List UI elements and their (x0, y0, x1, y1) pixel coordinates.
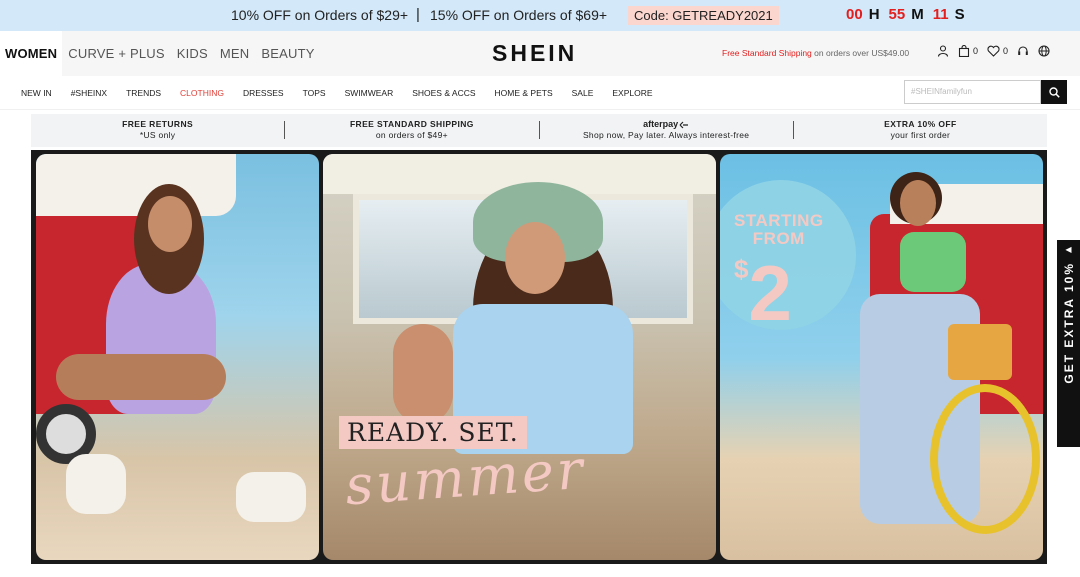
benefit-free-shipping[interactable]: FREE STANDARD SHIPPING on orders of $49+ (285, 114, 538, 147)
afterpay-label: afterpay (643, 119, 679, 129)
nav-tops[interactable]: TOPS (303, 76, 326, 110)
shipping-notice[interactable]: Free Standard Shipping on orders over US… (722, 48, 909, 58)
shipping-highlight: Free Standard Shipping (722, 48, 812, 58)
afterpay-logo: afterpay (540, 119, 793, 130)
benefit-desc: *US only (139, 130, 176, 140)
countdown-minutes: 55 (888, 6, 906, 23)
starting-text: STARTING (734, 211, 824, 230)
search-button[interactable] (1041, 80, 1067, 104)
tab-beauty[interactable]: BEAUTY (255, 31, 320, 76)
benefit-desc: on orders of $49+ (375, 130, 448, 140)
nav-home-pets[interactable]: HOME & PETS (495, 76, 553, 110)
countdown-hours-unit: H (868, 6, 880, 23)
bag-icon (958, 45, 970, 57)
promo-offer-1[interactable]: 10% OFF on Orders of $29+ (231, 7, 408, 23)
tab-kids[interactable]: KIDS (171, 31, 214, 76)
banner-panel-center[interactable]: READY. SET. summer (323, 154, 716, 560)
category-tabs: WOMEN CURVE + PLUS KIDS MEN BEAUTY (0, 31, 321, 76)
model-sneakers-2 (236, 472, 306, 522)
site-logo[interactable]: SHEIN (492, 40, 577, 67)
model-face (148, 196, 192, 252)
nav-trends[interactable]: TRENDS (126, 76, 161, 110)
price-currency: $ (734, 254, 749, 284)
promo-separator: | (416, 6, 420, 23)
get-extra-sidetab[interactable]: ◀ GET EXTRA 10% (1057, 240, 1080, 447)
search-input[interactable]: #SHEINfamilyfun (904, 80, 1041, 104)
nav-swimwear[interactable]: SWIMWEAR (345, 76, 394, 110)
summer-script: summer (343, 437, 588, 518)
benefit-afterpay[interactable]: afterpay Shop now, Pay later. Always int… (540, 114, 793, 147)
benefit-desc: your first order (890, 130, 951, 140)
nav-clothing[interactable]: CLOTHING (180, 76, 224, 110)
bag-button[interactable]: 0 (958, 45, 978, 57)
header-icons: 0 0 (937, 45, 1059, 57)
price-value: 2 (748, 249, 792, 337)
nav-explore[interactable]: EXPLORE (612, 76, 652, 110)
shipping-rest: on orders over US$49.00 (814, 48, 910, 58)
countdown-hours: 00 (846, 6, 863, 23)
model-top (900, 232, 966, 292)
search-icon (1048, 86, 1060, 98)
benefit-free-returns[interactable]: FREE RETURNS *US only (31, 114, 284, 147)
banner-panel-right[interactable]: STARTING FROM $2 (720, 154, 1043, 560)
model-legs (56, 354, 226, 400)
countdown-seconds-unit: S (954, 6, 965, 23)
wishlist-button[interactable]: 0 (987, 45, 1008, 57)
afterpay-icon (679, 121, 689, 129)
nav-shoes-accs[interactable]: SHOES & ACCS (412, 76, 475, 110)
nav-dresses[interactable]: DRESSES (243, 76, 284, 110)
promo-offer-2[interactable]: 15% OFF on Orders of $69+ (430, 7, 607, 23)
van-roof (36, 154, 236, 216)
heart-icon (987, 45, 1000, 57)
bike-basket (948, 324, 1012, 380)
benefit-extra-off[interactable]: EXTRA 10% OFF your first order (794, 114, 1047, 147)
wishlist-count: 0 (1003, 46, 1009, 56)
benefits-strip: FREE RETURNS *US only FREE STANDARD SHIP… (31, 114, 1047, 147)
model-face (900, 180, 936, 226)
benefit-desc: Shop now, Pay later. Always interest-fre… (582, 130, 750, 140)
from-text: FROM (752, 229, 805, 248)
nav-sheinx[interactable]: #SHEINX (71, 76, 107, 110)
site-header: WOMEN CURVE + PLUS KIDS MEN BEAUTY SHEIN… (0, 31, 1080, 76)
bag-count: 0 (973, 46, 979, 56)
benefit-title: FREE RETURNS (122, 119, 194, 129)
chevron-left-icon: ◀ (1065, 245, 1072, 254)
benefit-title: FREE STANDARD SHIPPING (349, 119, 474, 129)
countdown-minutes-unit: M (911, 6, 924, 23)
globe-icon[interactable] (1038, 45, 1050, 57)
model-arm (393, 324, 453, 424)
promo-bar: 10% OFF on Orders of $29+ | 15% OFF on O… (0, 0, 1080, 31)
countdown-timer: 00 H 55 M 11 S (846, 6, 974, 23)
tab-men[interactable]: MEN (214, 31, 256, 76)
user-icon[interactable] (937, 45, 949, 57)
model-sneakers (66, 454, 126, 514)
bicycle (930, 384, 1040, 534)
nav-sale[interactable]: SALE (572, 76, 594, 110)
banner-panel-left[interactable] (36, 154, 319, 560)
tab-curve-plus[interactable]: CURVE + PLUS (62, 31, 170, 76)
tab-women[interactable]: WOMEN (0, 31, 63, 76)
nav-items: NEW IN #SHEINX TRENDS CLOTHING DRESSES T… (21, 76, 672, 110)
promo-code[interactable]: Code: GETREADY2021 (628, 6, 779, 25)
starting-from-label: STARTING FROM (734, 212, 824, 248)
sidetab-label: GET EXTRA 10% (1061, 262, 1076, 384)
model-face (505, 222, 565, 294)
support-icon[interactable] (1017, 45, 1029, 57)
benefit-title: EXTRA 10% OFF (884, 119, 957, 129)
main-nav: NEW IN #SHEINX TRENDS CLOTHING DRESSES T… (0, 76, 1080, 110)
nav-new-in[interactable]: NEW IN (21, 76, 52, 110)
starting-price: $2 (734, 254, 792, 332)
countdown-seconds: 11 (932, 6, 949, 23)
hero-banner[interactable]: READY. SET. summer STARTING FROM $2 (31, 150, 1047, 564)
